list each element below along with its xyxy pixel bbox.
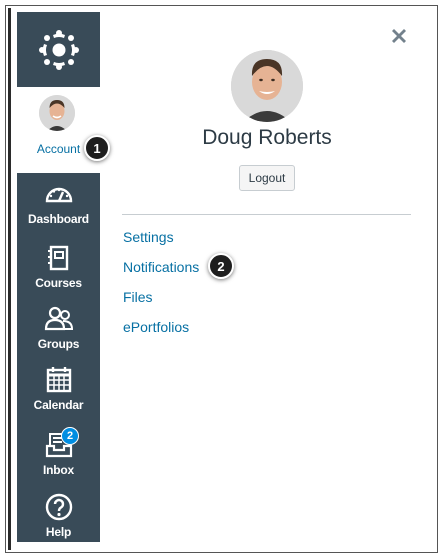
frame-edge: [8, 8, 11, 550]
sidebar-item-help[interactable]: Help: [17, 486, 100, 550]
help-icon: [45, 493, 72, 521]
profile-avatar: [231, 50, 303, 122]
user-name: Doug Roberts: [202, 126, 332, 149]
step-callout-2: 2: [208, 253, 234, 279]
sidebar-item-groups[interactable]: Groups: [17, 298, 100, 362]
sidebar-item-label: Inbox: [43, 463, 74, 477]
settings-link[interactable]: Settings: [123, 229, 174, 245]
sidebar-item-inbox[interactable]: Inbox 2: [17, 424, 100, 488]
sidebar-item-calendar[interactable]: Calendar: [17, 359, 100, 423]
logout-button[interactable]: Logout: [239, 165, 295, 191]
sidebar-item-courses[interactable]: Courses: [17, 237, 100, 301]
sidebar-item-dashboard[interactable]: Dashboard: [17, 173, 100, 237]
sidebar-item-label: Groups: [37, 337, 80, 351]
unread-count-badge: 2: [61, 427, 79, 445]
notifications-link[interactable]: Notifications: [123, 259, 199, 275]
sidebar-item-label: Help: [45, 525, 72, 539]
sidebar-item-label: Calendar: [33, 398, 84, 412]
dashboard-icon: [45, 187, 72, 203]
sidebar-item-label: Dashboard: [28, 212, 89, 226]
step-callout-1: 1: [84, 135, 110, 161]
global-navigation: Account Dashboard Courses Groups Calenda…: [17, 12, 100, 542]
files-link[interactable]: Files: [123, 289, 153, 305]
sidebar-item-account[interactable]: Account: [17, 87, 100, 173]
sidebar-item-label: Courses: [35, 276, 82, 290]
close-icon[interactable]: [390, 27, 408, 45]
eportfolios-link[interactable]: ePortfolios: [123, 319, 189, 335]
user-avatar: [39, 95, 75, 131]
calendar-icon: [46, 367, 71, 393]
divider: [122, 214, 411, 215]
canvas-logo-icon[interactable]: [17, 12, 100, 87]
groups-icon: [44, 306, 73, 331]
courses-icon: [47, 245, 68, 271]
